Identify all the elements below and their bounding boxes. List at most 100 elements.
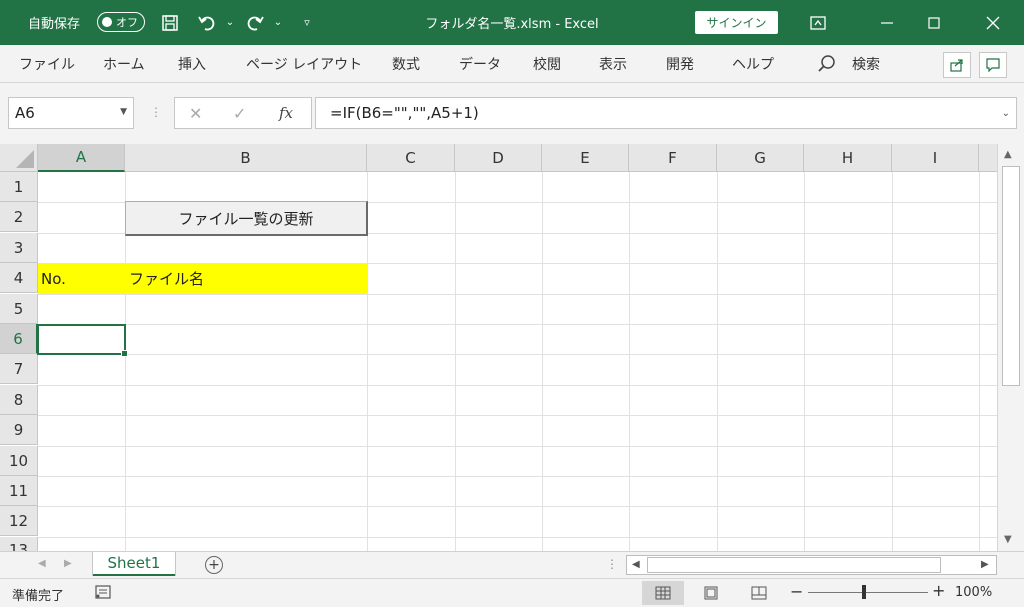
formula-bar-buttons: ✕ ✓ fx xyxy=(174,97,312,129)
zoom-slider[interactable] xyxy=(808,592,928,593)
column-header-partial[interactable] xyxy=(979,144,997,172)
name-box-dropdown-icon[interactable]: ▼ xyxy=(120,107,127,117)
macro-recording-icon[interactable] xyxy=(95,585,111,599)
scroll-down-icon[interactable]: ▼ xyxy=(1004,534,1012,545)
grid-line xyxy=(38,324,997,325)
page-layout-view-icon[interactable] xyxy=(690,581,732,605)
comments-icon[interactable] xyxy=(979,52,1007,78)
undo-icon[interactable] xyxy=(195,0,219,45)
column-header-e[interactable]: E xyxy=(542,144,629,172)
enter-icon[interactable]: ✓ xyxy=(233,104,246,123)
scroll-left-icon[interactable]: ◀ xyxy=(632,559,640,570)
row-header[interactable]: 7 xyxy=(0,354,38,384)
minimize-icon[interactable] xyxy=(864,0,910,45)
grid-line xyxy=(804,172,805,551)
share-icon[interactable] xyxy=(943,52,971,78)
cell-a4[interactable]: No. xyxy=(41,263,66,294)
close-icon[interactable] xyxy=(970,0,1016,45)
column-header-h[interactable]: H xyxy=(804,144,892,172)
column-header-a[interactable]: A xyxy=(38,144,125,172)
prev-sheet-icon[interactable]: ◀ xyxy=(38,558,46,569)
add-sheet-icon[interactable]: + xyxy=(205,556,223,574)
autosave-state: オフ xyxy=(116,16,138,29)
customize-qat-icon[interactable]: ▿ xyxy=(295,0,319,45)
scroll-up-icon[interactable]: ▲ xyxy=(1004,149,1012,160)
grid-line xyxy=(892,172,893,551)
signin-button[interactable]: サインイン xyxy=(695,11,778,34)
row-header[interactable]: 11 xyxy=(0,476,38,506)
expand-formula-bar-icon[interactable]: ⌄ xyxy=(1002,108,1010,119)
grid-line xyxy=(38,537,997,538)
column-header-b[interactable]: B xyxy=(125,144,367,172)
formula-input[interactable]: =IF(B6="","",A5+1) ⌄ xyxy=(315,97,1017,129)
insert-function-icon[interactable]: fx xyxy=(279,104,293,122)
tab-developer[interactable]: 開発 xyxy=(666,45,694,83)
name-box[interactable]: A6 ▼ xyxy=(8,97,134,129)
select-all-corner[interactable] xyxy=(0,144,38,172)
save-icon[interactable] xyxy=(158,0,182,45)
grid-line xyxy=(38,354,997,355)
zoom-level[interactable]: 100% xyxy=(955,585,992,600)
tab-view[interactable]: 表示 xyxy=(599,45,627,83)
horizontal-scroll-thumb[interactable] xyxy=(647,557,941,573)
redo-dropdown-icon[interactable]: ⌄ xyxy=(266,0,290,45)
status-text: 準備完了 xyxy=(12,589,65,604)
tab-home[interactable]: ホーム xyxy=(103,45,145,83)
tab-split-handle-icon[interactable]: ⋮ xyxy=(606,557,618,571)
zoom-slider-thumb[interactable] xyxy=(862,585,866,599)
tab-file[interactable]: ファイル xyxy=(19,45,75,83)
column-header-d[interactable]: D xyxy=(455,144,542,172)
search-icon[interactable] xyxy=(817,54,837,74)
row-header-active[interactable]: 6 xyxy=(0,324,38,354)
column-header-c[interactable]: C xyxy=(367,144,455,172)
vertical-scrollbar[interactable]: ▲ ▼ xyxy=(997,144,1024,551)
vertical-scroll-thumb[interactable] xyxy=(1002,166,1020,386)
formula-text: =IF(B6="","",A5+1) xyxy=(330,104,479,122)
search-box[interactable]: 検索 xyxy=(852,45,880,83)
row-header[interactable]: 5 xyxy=(0,294,38,324)
grid-line xyxy=(717,172,718,551)
row-header[interactable]: 9 xyxy=(0,415,38,445)
column-header-i[interactable]: I xyxy=(892,144,979,172)
grid-line xyxy=(629,172,630,551)
ribbon-display-options-icon[interactable] xyxy=(795,0,841,45)
row-header[interactable]: 12 xyxy=(0,506,38,536)
grid-line xyxy=(38,385,997,386)
zoom-in-icon[interactable]: + xyxy=(932,581,945,600)
row-header[interactable]: 8 xyxy=(0,385,38,415)
redo-icon[interactable] xyxy=(243,0,267,45)
maximize-icon[interactable] xyxy=(911,0,957,45)
column-header-f[interactable]: F xyxy=(629,144,717,172)
ribbon-tabs: ファイル ホーム 挿入 ページ レイアウト 数式 データ 校閲 表示 開発 ヘル… xyxy=(0,45,1024,83)
horizontal-scrollbar[interactable]: ◀ ▶ xyxy=(626,555,997,575)
tab-review[interactable]: 校閲 xyxy=(533,45,561,83)
worksheet-grid[interactable]: A B C D E F G H I 1 2 3 4 5 6 7 8 9 10 1… xyxy=(0,144,997,551)
tab-data[interactable]: データ xyxy=(459,45,501,83)
row-header[interactable]: 1 xyxy=(0,172,38,202)
scroll-right-icon[interactable]: ▶ xyxy=(981,559,989,570)
refresh-file-list-button[interactable]: ファイル一覧の更新 xyxy=(125,201,368,236)
tab-formulas[interactable]: 数式 xyxy=(392,45,420,83)
row-header[interactable]: 4 xyxy=(0,263,38,293)
row-header[interactable]: 13 xyxy=(0,537,38,551)
row-header[interactable]: 10 xyxy=(0,446,38,476)
next-sheet-icon[interactable]: ▶ xyxy=(64,558,72,569)
status-bar: 準備完了 − + 100% xyxy=(0,578,1024,607)
tab-page-layout[interactable]: ページ レイアウト xyxy=(246,45,362,83)
zoom-out-icon[interactable]: − xyxy=(790,582,803,601)
active-cell-a6[interactable] xyxy=(37,324,128,357)
tab-insert[interactable]: 挿入 xyxy=(178,45,206,83)
sheet-tab-sheet1[interactable]: Sheet1 xyxy=(93,552,175,576)
page-break-preview-icon[interactable] xyxy=(738,581,780,605)
grid-line xyxy=(38,294,997,295)
normal-view-icon[interactable] xyxy=(642,581,684,605)
formula-bar-separator-icon[interactable]: ⋮ xyxy=(150,105,162,119)
autosave-toggle[interactable]: オフ xyxy=(97,12,145,32)
cancel-icon[interactable]: ✕ xyxy=(189,104,202,123)
cell-b4[interactable]: ファイル名 xyxy=(129,263,204,294)
row-header[interactable]: 2 xyxy=(0,202,38,232)
tab-help[interactable]: ヘルプ xyxy=(732,45,774,83)
undo-dropdown-icon[interactable]: ⌄ xyxy=(218,0,242,45)
row-header[interactable]: 3 xyxy=(0,233,38,263)
column-header-g[interactable]: G xyxy=(717,144,804,172)
